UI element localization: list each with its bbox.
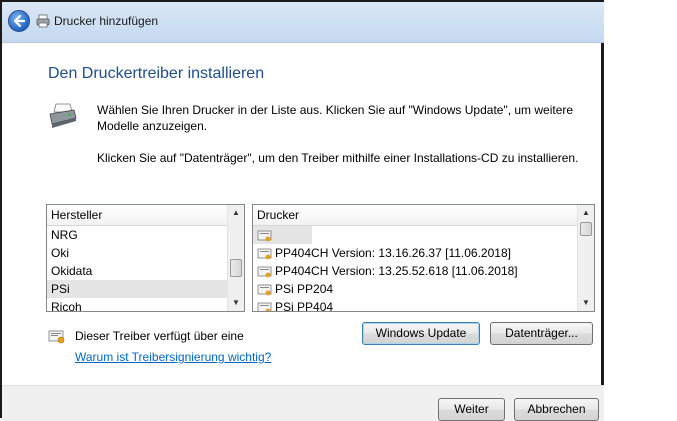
scroll-thumb[interactable] (230, 259, 242, 277)
list-item[interactable]: PSi PP404 (253, 298, 594, 312)
title-bar: Drucker hinzufügen (2, 2, 604, 43)
manufacturer-scrollbar[interactable]: ▲ ▼ (227, 205, 244, 311)
page-heading: Den Druckertreiber installieren (48, 65, 265, 82)
certificate-icon (48, 330, 65, 344)
instruction-disk: Klicken Sie auf "Datenträger", um den Tr… (97, 151, 579, 165)
list-item[interactable]: Okidata (47, 262, 244, 280)
have-disk-button[interactable]: Datenträger... (490, 322, 593, 345)
manufacturer-list[interactable]: Hersteller NRG Oki Okidata PSi Ricoh ▲ ▼ (46, 204, 245, 312)
printer-list[interactable]: Drucker PP404CH Version: 13.16.26.37 [11… (252, 204, 595, 312)
list-item[interactable]: PP404CH Version: 13.25.52.618 [11.06.201… (253, 262, 594, 280)
printer-header[interactable]: Drucker (253, 205, 594, 226)
list-item[interactable] (253, 226, 312, 244)
back-arrow-icon (13, 14, 26, 28)
scroll-down-icon[interactable]: ▼ (228, 295, 244, 311)
driver-icon (257, 248, 272, 260)
list-item-selected[interactable]: PSi (47, 280, 244, 298)
scroll-down-icon[interactable]: ▼ (578, 295, 594, 311)
printer-scrollbar[interactable]: ▲ ▼ (577, 205, 594, 311)
window-title: Drucker hinzufügen (54, 14, 159, 28)
driver-icon (257, 266, 272, 278)
printer-name: PSi PP404 (275, 300, 334, 312)
printer-name: PSi PP204 (275, 282, 334, 296)
back-button[interactable] (8, 10, 30, 32)
manufacturer-header[interactable]: Hersteller (47, 205, 244, 226)
scroll-thumb[interactable] (580, 222, 592, 236)
list-item[interactable]: PP404CH Version: 13.16.26.37 [11.06.2018… (253, 244, 594, 262)
driver-icon (257, 302, 272, 311)
add-printer-window: Drucker hinzufügen Den Druckertreiber in… (0, 0, 604, 421)
printer-name: PP404CH Version: 13.16.26.37 [11.06.2018… (275, 246, 511, 260)
list-item[interactable]: Oki (47, 244, 244, 262)
printer-large-icon (49, 103, 77, 128)
driver-icon (257, 284, 272, 296)
list-item[interactable]: NRG (47, 226, 244, 244)
scroll-up-icon[interactable]: ▲ (228, 205, 244, 221)
list-item[interactable]: Ricoh (47, 298, 244, 311)
driver-icon (257, 230, 272, 242)
windows-update-button[interactable]: Windows Update (362, 322, 480, 345)
printer-name: PP404CH Version: 13.25.52.618 [11.06.201… (275, 264, 518, 278)
scroll-up-icon[interactable]: ▲ (578, 205, 594, 221)
signature-info-link[interactable]: Warum ist Treibersignierung wichtig? (75, 350, 271, 364)
printer-icon (36, 14, 50, 28)
list-item[interactable]: PSi PP204 (253, 280, 594, 298)
instruction-select-printer: Wählen Sie Ihren Drucker in der Liste au… (97, 103, 574, 133)
driver-signature-note: Dieser Treiber verfügt über eine (75, 329, 244, 343)
